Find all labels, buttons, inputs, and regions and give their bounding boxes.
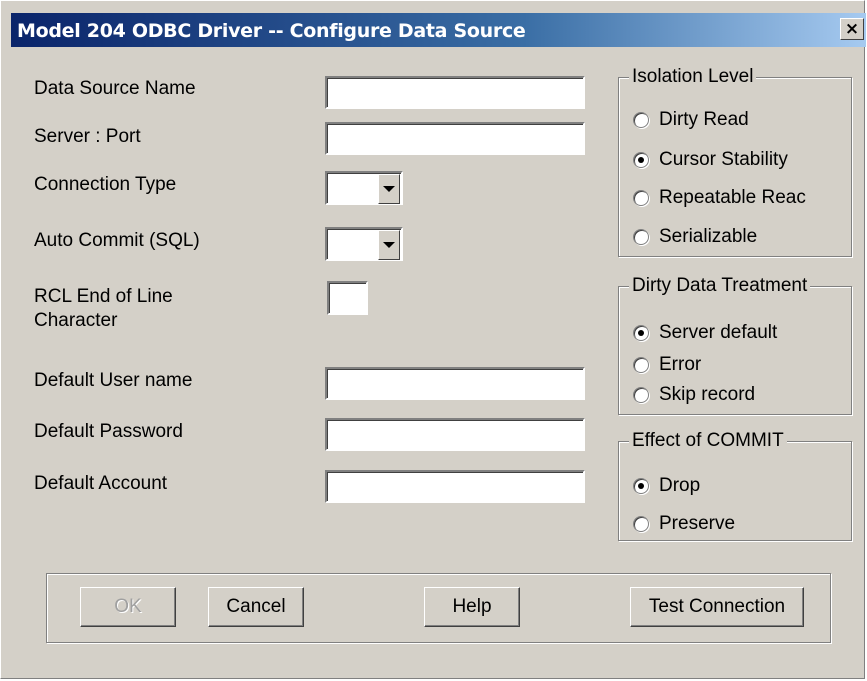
radio-serializable-label: Serializable [659, 226, 758, 247]
radio-cursor-stability-label: Cursor Stability [659, 149, 788, 170]
radio-server-default[interactable]: Server default [633, 321, 777, 345]
radio-serializable[interactable]: Serializable [633, 225, 757, 249]
dirty-data-title: Dirty Data Treatment [629, 274, 811, 298]
rcl-eol-label-line1: RCL End of Line [34, 286, 173, 307]
auto-commit-dropdown-button[interactable] [378, 230, 400, 260]
title-bar: Model 204 ODBC Driver -- Configure Data … [11, 13, 866, 47]
radio-repeatable-read-label: Repeatable Reac [659, 187, 806, 208]
radio-button-selected-icon[interactable] [633, 478, 649, 494]
data-source-name-label: Data Source Name [34, 78, 196, 99]
connection-type-dropdown-button[interactable] [378, 174, 400, 204]
close-button[interactable]: × [840, 18, 864, 40]
configure-dialog: Model 204 ODBC Driver -- Configure Data … [0, 0, 866, 679]
radio-button-icon[interactable] [633, 516, 649, 532]
default-password-label: Default Password [34, 421, 183, 442]
radio-button-icon[interactable] [633, 387, 649, 403]
radio-drop-label: Drop [659, 475, 701, 496]
default-account-label: Default Account [34, 473, 168, 494]
radio-dot-icon [638, 157, 644, 163]
radio-dirty-read-label: Dirty Read [659, 109, 749, 130]
radio-dirty-read[interactable]: Dirty Read [633, 108, 749, 132]
radio-cursor-stability[interactable]: Cursor Stability [633, 148, 788, 172]
data-source-name-input[interactable] [325, 76, 585, 109]
chevron-down-icon [383, 186, 395, 192]
server-port-input[interactable] [325, 122, 585, 155]
radio-skip-record-label: Skip record [659, 384, 756, 405]
connection-type-label: Connection Type [34, 174, 177, 195]
test-connection-button[interactable]: Test Connection [630, 587, 804, 627]
default-password-input[interactable] [325, 418, 585, 451]
server-port-label: Server : Port [34, 126, 141, 147]
radio-server-default-label: Server default [659, 322, 778, 343]
radio-dot-icon [638, 330, 644, 336]
auto-commit-select[interactable] [325, 227, 403, 261]
default-account-input[interactable] [325, 470, 585, 503]
button-bar: OK Cancel Help Test Connection [46, 573, 831, 643]
isolation-level-group: Isolation Level Dirty Read Cursor Stabil… [618, 65, 852, 257]
dirty-data-group: Dirty Data Treatment Server default Erro… [618, 274, 852, 415]
cancel-button[interactable]: Cancel [208, 587, 304, 627]
window-title: Model 204 ODBC Driver -- Configure Data … [17, 20, 526, 42]
chevron-down-icon [383, 242, 395, 248]
radio-repeatable-read[interactable]: Repeatable Reac [633, 186, 806, 210]
radio-error[interactable]: Error [633, 353, 701, 377]
isolation-level-title: Isolation Level [629, 65, 757, 89]
radio-button-selected-icon[interactable] [633, 325, 649, 341]
help-button[interactable]: Help [424, 587, 520, 627]
commit-effect-title: Effect of COMMIT [629, 429, 787, 453]
rcl-eol-label-line2: Character [34, 310, 118, 331]
radio-dot-icon [638, 483, 644, 489]
close-icon: × [844, 18, 860, 39]
radio-button-icon[interactable] [633, 357, 649, 373]
radio-skip-record[interactable]: Skip record [633, 383, 755, 407]
default-user-input[interactable] [325, 367, 585, 400]
commit-effect-group: Effect of COMMIT Drop Preserve [618, 429, 852, 541]
radio-button-icon[interactable] [633, 190, 649, 206]
radio-error-label: Error [659, 354, 702, 375]
radio-button-icon[interactable] [633, 229, 649, 245]
rcl-eol-input[interactable] [327, 281, 368, 315]
radio-drop[interactable]: Drop [633, 474, 700, 498]
radio-preserve[interactable]: Preserve [633, 512, 735, 536]
rcl-eol-label: RCL End of Line Character [34, 285, 234, 333]
auto-commit-label: Auto Commit (SQL) [34, 230, 200, 251]
default-user-label: Default User name [34, 370, 193, 391]
radio-button-icon[interactable] [633, 112, 649, 128]
radio-preserve-label: Preserve [659, 513, 736, 534]
radio-button-selected-icon[interactable] [633, 152, 649, 168]
connection-type-select[interactable] [325, 171, 403, 205]
ok-button[interactable]: OK [80, 587, 176, 627]
